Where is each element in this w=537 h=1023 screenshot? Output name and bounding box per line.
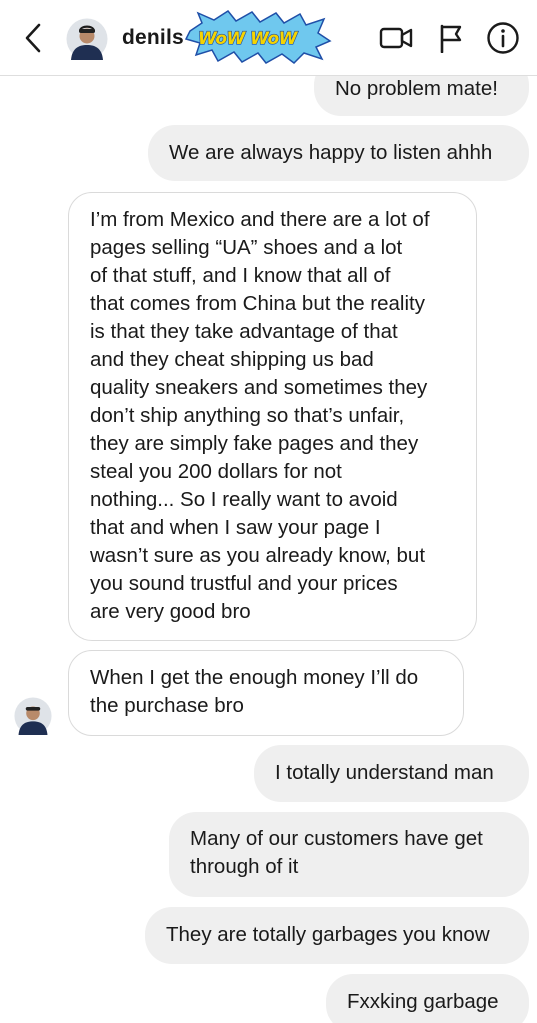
outgoing-message[interactable]: I totally understand man	[254, 745, 529, 802]
back-chevron-icon[interactable]	[18, 20, 48, 56]
sender-avatar[interactable]	[14, 697, 52, 735]
message-line: through of it	[190, 855, 299, 878]
wow-sticker-image: WoW WoW	[184, 9, 332, 65]
outgoing-message[interactable]: Fxxking garbage	[326, 974, 529, 1023]
message-line: I’m from Mexico and there are a lot of	[90, 208, 430, 231]
video-camera-icon[interactable]	[378, 20, 414, 56]
message-line: the purchase bro	[90, 694, 244, 717]
message-line: and they cheat shipping us bad	[90, 348, 374, 371]
message-line: that and when I saw your page I	[90, 516, 381, 539]
flag-icon[interactable]	[433, 20, 469, 56]
message-line: they are simply fake pages and they	[90, 432, 419, 455]
incoming-message[interactable]: When I get the enough money I’ll do the …	[68, 650, 464, 736]
info-icon[interactable]	[485, 20, 521, 56]
message-line: steal you 200 dollars for not	[90, 460, 342, 483]
outgoing-message[interactable]: Many of our customers have get through o…	[169, 812, 529, 897]
message-line: are very good bro	[90, 600, 251, 623]
avatar[interactable]	[66, 18, 108, 60]
message-line: don’t ship anything so that’s unfair,	[90, 404, 405, 427]
sticker-text: WoW WoW	[198, 29, 299, 49]
outgoing-message[interactable]: They are totally garbages you know	[145, 907, 529, 964]
message-line: nothing... So I really want to avoid	[90, 488, 398, 511]
username[interactable]: denils	[122, 26, 184, 50]
message-line: When I get the enough money I’ll do	[90, 666, 419, 689]
message-line: of that stuff, and I know that all of	[90, 264, 391, 287]
message-line: you sound trustful and your prices	[90, 572, 398, 595]
incoming-message[interactable]: I’m from Mexico and there are a lot of p…	[68, 192, 477, 641]
outgoing-message[interactable]: We are always happy to listen ahhh	[148, 125, 529, 181]
message-line: is that they take advantage of that	[90, 320, 398, 343]
message-line: Many of our customers have get	[190, 827, 483, 850]
message-line: wasn’t sure as you already know, but	[90, 544, 426, 567]
message-line: quality sneakers and sometimes they	[90, 376, 428, 399]
chat-header: denils WoW WoW	[0, 0, 537, 76]
message-line: that comes from China but the reality	[90, 292, 425, 315]
message-line: pages selling “UA” shoes and a lot	[90, 236, 403, 259]
